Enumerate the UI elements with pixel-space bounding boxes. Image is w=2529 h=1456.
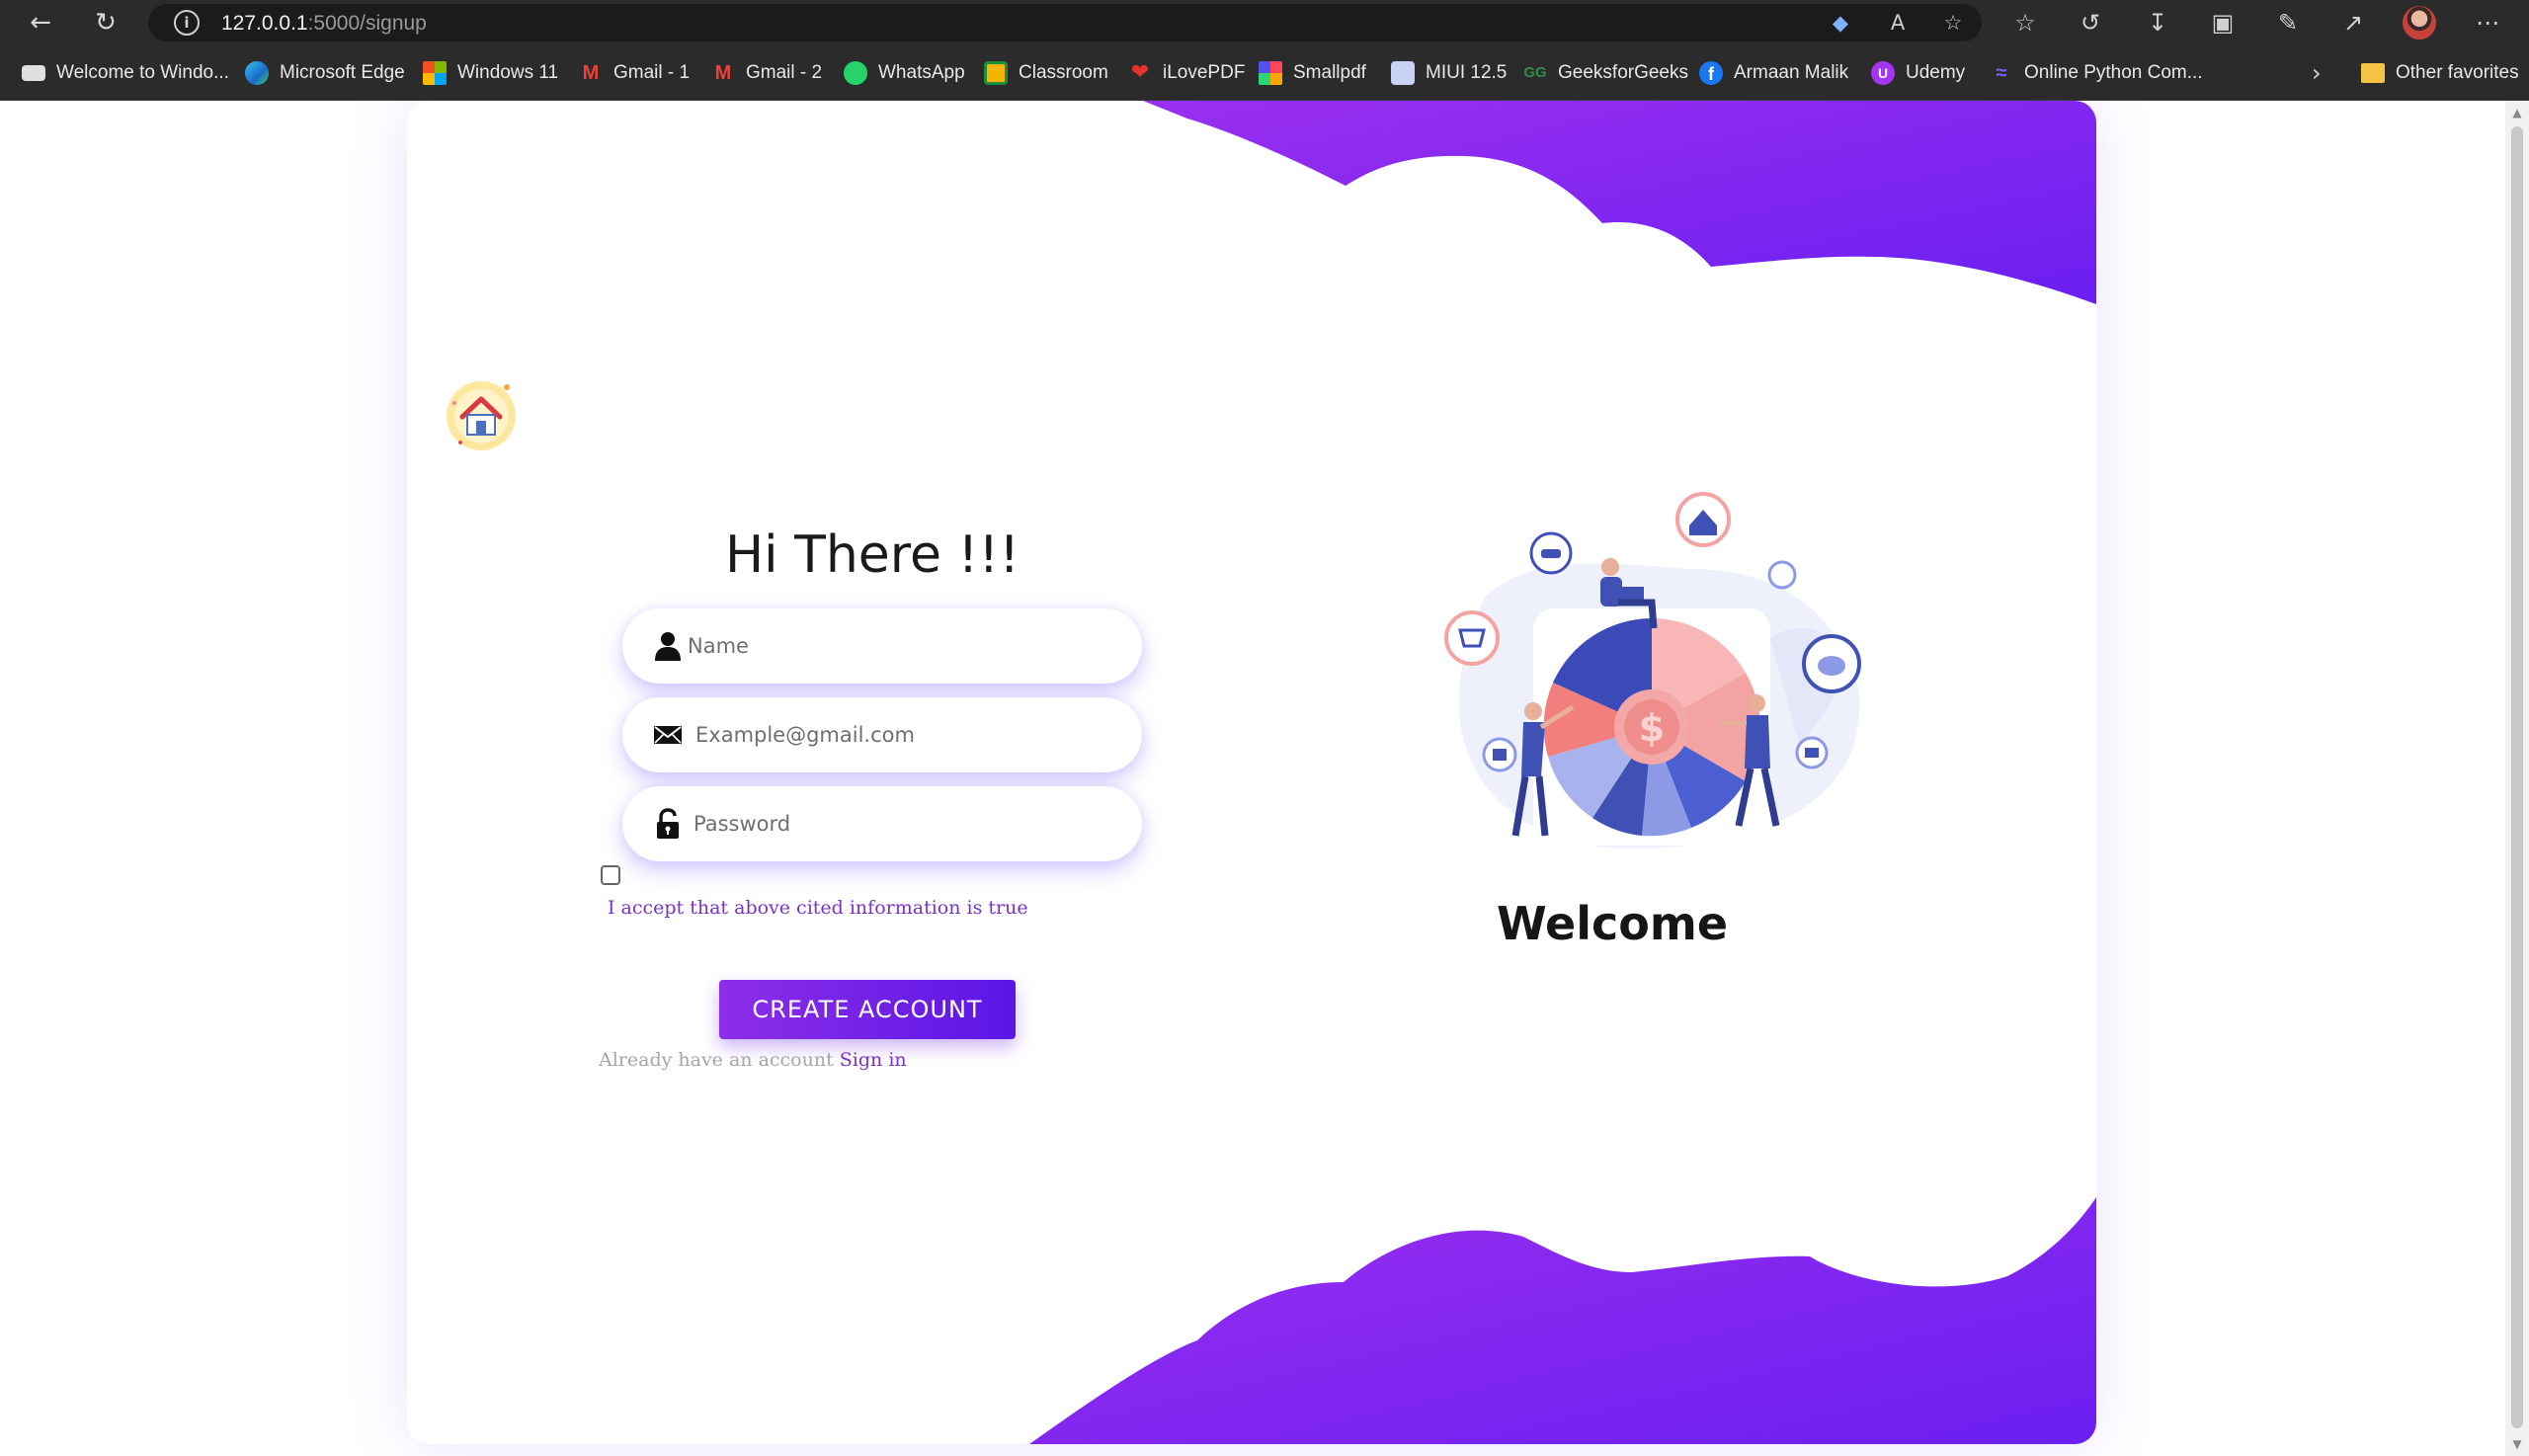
gfg-icon: GG bbox=[1523, 64, 1547, 81]
envelope-icon bbox=[654, 726, 682, 744]
already-account-label: Already have an account bbox=[599, 1049, 834, 1071]
home-button[interactable] bbox=[447, 381, 516, 450]
page-viewport: Hi There !!! Name Example@gmail.com I ac… bbox=[0, 101, 2505, 1456]
tag-icon[interactable]: ◆ bbox=[1826, 8, 1855, 38]
bookmark-label: Armaan Malik bbox=[1734, 62, 1849, 83]
scroll-up-arrow-icon[interactable]: ▲ bbox=[2509, 105, 2525, 121]
already-account-text: Already have an account Sign in bbox=[599, 1049, 907, 1071]
collections-icon[interactable]: ▣ bbox=[2207, 7, 2239, 39]
address-url[interactable]: 127.0.0.1:5000/signup bbox=[221, 12, 427, 36]
bookmark-welcome[interactable]: Welcome to Windo... bbox=[22, 57, 229, 89]
unlock-icon bbox=[657, 808, 679, 839]
ilovepdf-icon: ❤ bbox=[1130, 60, 1150, 85]
page-scrollbar[interactable]: ▲ ▼ bbox=[2505, 101, 2529, 1456]
name-input[interactable] bbox=[688, 608, 1102, 684]
read-aloud-icon[interactable]: A bbox=[1883, 8, 1913, 38]
history-icon[interactable]: ↺ bbox=[2075, 7, 2106, 39]
folder-icon bbox=[2361, 63, 2385, 83]
back-arrow-icon[interactable]: ← bbox=[24, 6, 57, 40]
smallpdf-icon bbox=[1259, 61, 1282, 85]
udemy-icon: U bbox=[1871, 61, 1895, 85]
terms-label: I accept that above cited information is… bbox=[608, 897, 1028, 919]
bottom-cloud bbox=[1029, 1197, 2096, 1444]
bookmark-label: WhatsApp bbox=[878, 62, 965, 83]
finance-illustration: $ bbox=[1444, 492, 1861, 849]
scrollbar-thumb[interactable] bbox=[2511, 126, 2523, 1428]
edge-icon bbox=[245, 61, 269, 85]
whatsapp-icon bbox=[844, 61, 867, 85]
bookmark-label: Windows 11 bbox=[457, 62, 559, 83]
bookmarks-overflow-chevron-icon[interactable]: › bbox=[2312, 57, 2322, 89]
terms-checkbox[interactable] bbox=[601, 865, 620, 885]
add-favorite-icon[interactable]: ☆ bbox=[1938, 8, 1968, 38]
email-input[interactable] bbox=[695, 697, 1110, 772]
bookmark-other-favorites[interactable]: Other favorites bbox=[2361, 57, 2519, 89]
windows-icon bbox=[423, 61, 447, 85]
scroll-down-arrow-icon[interactable]: ▼ bbox=[2509, 1436, 2525, 1452]
bookmark-label: Gmail - 2 bbox=[746, 62, 823, 83]
password-input[interactable] bbox=[693, 786, 1108, 861]
address-bar[interactable]: i 127.0.0.1:5000/signup ◆ A ☆ bbox=[148, 4, 1982, 41]
bookmark-microsoft-edge[interactable]: Microsoft Edge bbox=[245, 57, 405, 89]
bookmark-gmail-2[interactable]: M Gmail - 2 bbox=[711, 57, 822, 89]
gmail-icon: M bbox=[714, 62, 732, 84]
bookmark-windows-11[interactable]: Windows 11 bbox=[423, 57, 558, 89]
create-account-button[interactable]: CREATE ACCOUNT bbox=[719, 980, 1016, 1039]
bookmark-armaan-malik[interactable]: f Armaan Malik bbox=[1699, 57, 1848, 89]
welcome-heading: Welcome bbox=[1496, 897, 1729, 950]
miui-icon bbox=[1391, 61, 1415, 85]
python-icon: ≈ bbox=[1996, 62, 2007, 84]
user-icon bbox=[655, 632, 681, 661]
password-field[interactable] bbox=[622, 786, 1142, 861]
bookmark-label: GeeksforGeeks bbox=[1558, 62, 1688, 83]
facebook-icon: f bbox=[1699, 61, 1723, 85]
bookmark-geeksforgeeks[interactable]: GG GeeksforGeeks bbox=[1523, 57, 1688, 89]
top-cloud bbox=[1143, 101, 2096, 304]
svg-text:$: $ bbox=[1639, 706, 1665, 750]
url-host: 127.0.0.1 bbox=[221, 12, 308, 35]
bookmark-label: Classroom bbox=[1019, 62, 1108, 83]
refresh-icon[interactable]: ↻ bbox=[89, 6, 122, 40]
extensions-icon[interactable]: ✎ bbox=[2272, 7, 2304, 39]
sign-in-link[interactable]: Sign in bbox=[840, 1049, 907, 1071]
name-field[interactable] bbox=[622, 608, 1142, 684]
bookmark-smallpdf[interactable]: Smallpdf bbox=[1259, 57, 1366, 89]
folder-tab-icon bbox=[22, 65, 45, 81]
url-path: :5000/signup bbox=[307, 12, 427, 35]
bookmark-label: iLovePDF bbox=[1163, 62, 1246, 83]
bookmark-miui[interactable]: MIUI 12.5 bbox=[1391, 57, 1507, 89]
bookmark-label: Gmail - 1 bbox=[613, 62, 691, 83]
classroom-icon bbox=[984, 61, 1008, 85]
bookmark-online-python[interactable]: ≈ Online Python Com... bbox=[1990, 57, 2203, 89]
bookmarks-bar: Welcome to Windo... Microsoft Edge Windo… bbox=[0, 45, 2529, 101]
bookmark-classroom[interactable]: Classroom bbox=[984, 57, 1108, 89]
bookmark-udemy[interactable]: U Udemy bbox=[1871, 57, 1965, 89]
share-icon[interactable]: ↗ bbox=[2337, 7, 2369, 39]
bookmark-label: Other favorites bbox=[2396, 62, 2519, 83]
bookmark-label: Smallpdf bbox=[1293, 62, 1366, 83]
signup-card: Hi There !!! Name Example@gmail.com I ac… bbox=[407, 101, 2096, 1444]
bookmark-whatsapp[interactable]: WhatsApp bbox=[844, 57, 965, 89]
downloads-icon[interactable]: ↧ bbox=[2142, 7, 2173, 39]
bookmark-label: Microsoft Edge bbox=[280, 62, 405, 83]
site-info-icon[interactable]: i bbox=[174, 10, 200, 36]
page-title-text: Hi There !!! bbox=[725, 526, 1020, 585]
bookmark-label: Welcome to Windo... bbox=[56, 62, 229, 83]
bookmark-label: Udemy bbox=[1906, 62, 1966, 83]
gmail-icon: M bbox=[582, 62, 600, 84]
bookmark-label: Online Python Com... bbox=[2024, 62, 2203, 83]
favorites-icon[interactable]: ☆ bbox=[2009, 7, 2041, 39]
profile-avatar[interactable] bbox=[2403, 6, 2436, 40]
email-field[interactable] bbox=[622, 697, 1142, 772]
more-menu-icon[interactable]: ⋯ bbox=[2472, 7, 2503, 39]
browser-toolbar: ← ↻ i 127.0.0.1:5000/signup ◆ A ☆ ☆ ↺ ↧ … bbox=[0, 0, 2529, 45]
bookmark-gmail-1[interactable]: M Gmail - 1 bbox=[579, 57, 690, 89]
home-icon bbox=[452, 384, 510, 445]
bookmark-ilovepdf[interactable]: ❤ iLovePDF bbox=[1128, 57, 1246, 89]
bookmark-label: MIUI 12.5 bbox=[1426, 62, 1508, 83]
